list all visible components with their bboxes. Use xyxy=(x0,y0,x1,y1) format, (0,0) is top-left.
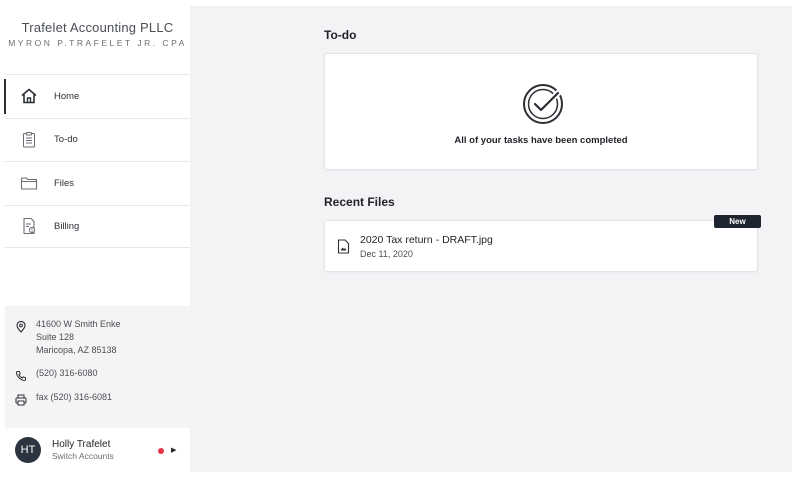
location-pin-icon xyxy=(15,320,27,333)
folder-icon xyxy=(20,174,38,192)
todo-card: All of your tasks have been completed xyxy=(324,53,758,170)
sidebar-item-home[interactable]: Home xyxy=(4,74,190,118)
switch-accounts-link[interactable]: Switch Accounts xyxy=(52,451,114,461)
address-line-2: Suite 128 xyxy=(36,332,75,342)
sidebar-item-label: Billing xyxy=(54,220,80,232)
brand-subtitle: MYRON P.TRAFELET JR. CPA xyxy=(8,38,187,48)
home-icon xyxy=(20,87,38,105)
fax-row: fax (520) 316-6081 xyxy=(5,391,190,406)
svg-text:$: $ xyxy=(31,228,34,233)
contact-info: 41600 W Smith Enke Suite 128 Maricopa, A… xyxy=(5,306,190,428)
recent-file-item[interactable]: 2020 Tax return - DRAFT.jpg Dec 11, 2020 xyxy=(324,220,758,272)
notification-dot xyxy=(158,448,164,454)
sidebar-nav: Home To-do Files $ Billing xyxy=(4,74,190,248)
brand-name: Trafelet Accounting PLLC xyxy=(21,20,174,35)
image-file-icon xyxy=(337,239,350,254)
completed-check-icon xyxy=(521,82,565,126)
phone-number: (520) 316-6080 xyxy=(36,368,98,378)
file-date: Dec 11, 2020 xyxy=(360,249,413,259)
recent-files-title: Recent Files xyxy=(324,195,395,209)
printer-icon xyxy=(15,393,27,406)
caret-right-icon[interactable]: ▶ xyxy=(171,446,176,454)
account-switcher[interactable]: HT Holly Trafelet Switch Accounts ▶ xyxy=(5,428,190,472)
sidebar-item-label: To-do xyxy=(54,134,78,146)
tasks-completed-message: All of your tasks have been completed xyxy=(454,135,628,146)
address: 41600 W Smith Enke Suite 128 Maricopa, A… xyxy=(5,318,190,357)
clipboard-icon xyxy=(20,131,38,149)
todo-section-title: To-do xyxy=(324,28,357,42)
address-line-1: 41600 W Smith Enke xyxy=(36,319,121,329)
file-name: 2020 Tax return - DRAFT.jpg xyxy=(360,234,493,246)
account-name: Holly Trafelet xyxy=(52,439,111,450)
sidebar-item-label: Files xyxy=(54,177,75,189)
sidebar-item-todo[interactable]: To-do xyxy=(5,117,190,162)
fax-number: fax (520) 316-6081 xyxy=(36,392,113,402)
avatar: HT xyxy=(15,437,41,463)
sidebar-item-files[interactable]: Files xyxy=(5,161,190,205)
app-frame: Trafelet Accounting PLLC MYRON P.TRAFELE… xyxy=(4,6,792,472)
brand[interactable]: Trafelet Accounting PLLC MYRON P.TRAFELE… xyxy=(5,20,190,48)
sidebar-item-billing[interactable]: $ Billing xyxy=(5,204,190,248)
address-line-3: Maricopa, AZ 85138 xyxy=(36,345,117,355)
invoice-icon: $ xyxy=(20,217,38,235)
sidebar: Trafelet Accounting PLLC MYRON P.TRAFELE… xyxy=(4,6,190,472)
sidebar-item-label: Home xyxy=(54,90,80,102)
phone-icon xyxy=(15,369,27,382)
phone-row[interactable]: (520) 316-6080 xyxy=(5,367,190,382)
new-badge: New xyxy=(714,215,761,228)
